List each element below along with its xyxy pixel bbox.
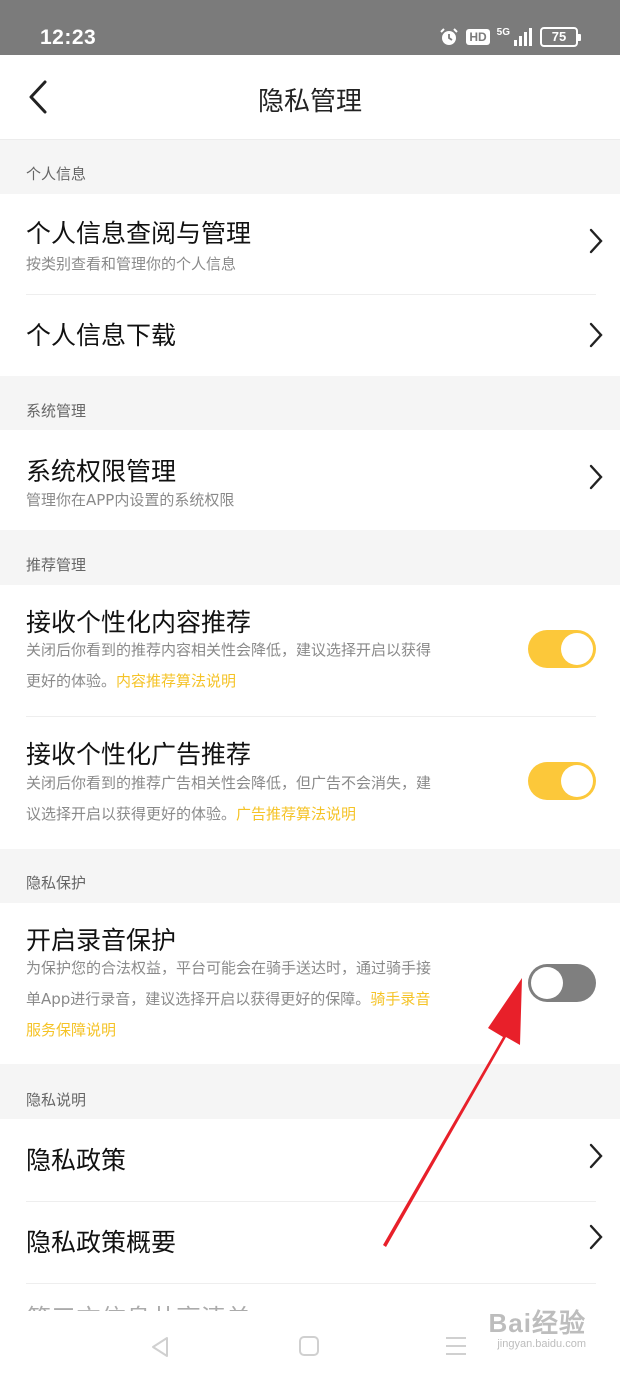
row-description: 关闭后你看到的推荐广告相关性会降低，但广告不会消失，建 议选择开启以获得更好的体… [26,768,486,830]
group-recommend: 接收个性化内容推荐 关闭后你看到的推荐内容相关性会降低，建议选择开启以获得 更好… [0,585,620,849]
row-description: 为保护您的合法权益，平台可能会在骑手送达时，通过骑手接 单App进行录音，建议选… [26,953,486,1046]
partially-visible-row[interactable]: 第三方信息共享清单 [26,1299,251,1311]
section-header-policy: 隐私说明 [26,1091,87,1109]
network-label: 5G [496,26,510,38]
row-title: 隐私政策概要 [26,1228,177,1257]
toggle-knob [531,967,563,999]
row-subtitle: 按类别查看和管理你的个人信息 [26,255,237,273]
alarm-icon [440,28,459,45]
content-recommend-toggle[interactable] [528,630,596,668]
row-title: 开启录音保护 [26,926,177,955]
chevron-right-icon [589,228,603,254]
group-system: 系统权限管理 管理你在APP内设置的系统权限 [0,430,620,530]
battery-level: 75 [551,29,567,44]
watermark-site: jingyan.baidu.com [497,1338,586,1350]
hd-badge: HD [466,29,490,45]
watermark-brand: Bai经验 [488,1308,586,1338]
desc-line: 更好的体验。 [26,672,117,690]
row-recording-protect: 开启录音保护 为保护您的合法权益，平台可能会在骑手送达时，通过骑手接 单App进… [0,903,620,1064]
recording-service-link[interactable]: 骑手录音 [370,990,430,1008]
group-policy: 隐私政策 隐私政策概要 [0,1119,620,1283]
section-header-recommend: 推荐管理 [26,556,87,574]
chevron-right-icon [589,464,603,490]
chevron-right-icon [589,322,603,348]
row-privacy-summary[interactable]: 隐私政策概要 [0,1201,620,1283]
content-algorithm-link[interactable]: 内容推荐算法说明 [116,672,236,690]
row-system-permissions[interactable]: 系统权限管理 管理你在APP内设置的系统权限 [0,430,620,530]
desc-line: 议选择开启以获得更好的体验。 [26,805,237,823]
desc-line: 单App进行录音，建议选择开启以获得更好的保障。 [26,990,371,1008]
row-subtitle: 管理你在APP内设置的系统权限 [26,491,235,509]
watermark: Bai经验 jingyan.baidu.com [489,1303,586,1350]
desc-line: 为保护您的合法权益，平台可能会在骑手送达时，通过骑手接 [26,959,432,977]
page-title: 隐私管理 [257,87,362,117]
nav-bar: 隐私管理 [0,55,620,140]
ad-recommend-toggle[interactable] [528,762,596,800]
signal-icon [514,28,532,46]
ad-algorithm-link[interactable]: 广告推荐算法说明 [236,805,356,823]
recording-service-link-cont[interactable]: 服务保障说明 [26,1021,116,1039]
battery-icon: 75 [540,27,581,47]
row-title: 个人信息查阅与管理 [26,219,252,248]
toggle-knob [561,633,593,665]
desc-line: 关闭后你看到的推荐广告相关性会降低，但广告不会消失，建 [26,774,432,792]
divider [26,1283,596,1284]
row-title: 隐私政策 [26,1146,127,1175]
row-personal-info-view[interactable]: 个人信息查阅与管理 按类别查看和管理你的个人信息 [0,194,620,294]
section-header-protect: 隐私保护 [26,874,87,892]
row-description: 关闭后你看到的推荐内容相关性会降低，建议选择开启以获得 更好的体验。内容推荐算法… [26,635,486,697]
bottom-area: 第三方信息共享清单 Bai经验 jingyan.baidu.com [0,1283,620,1386]
row-title: 系统权限管理 [26,457,177,486]
status-bar: 12:23 HD 5G 75 [0,0,620,55]
recording-protect-toggle[interactable] [528,964,596,1002]
status-icons: HD 5G 75 [439,25,581,49]
row-title: 接收个性化广告推荐 [26,740,252,769]
row-content-recommend: 接收个性化内容推荐 关闭后你看到的推荐内容相关性会降低，建议选择开启以获得 更好… [0,585,620,716]
row-ad-recommend: 接收个性化广告推荐 关闭后你看到的推荐广告相关性会降低，但广告不会消失，建 议选… [0,716,620,849]
row-title: 接收个性化内容推荐 [26,608,252,637]
group-protect: 开启录音保护 为保护您的合法权益，平台可能会在骑手送达时，通过骑手接 单App进… [0,903,620,1064]
status-time: 12:23 [40,26,97,49]
system-menu-icon[interactable] [444,1335,468,1357]
section-header-personal: 个人信息 [26,165,87,183]
chevron-right-icon [589,1224,603,1250]
toggle-knob [561,765,593,797]
row-personal-info-download[interactable]: 个人信息下载 [0,294,620,376]
row-privacy-policy[interactable]: 隐私政策 [0,1119,620,1201]
desc-line: 关闭后你看到的推荐内容相关性会降低，建议选择开启以获得 [26,641,432,659]
row-title: 个人信息下载 [26,321,177,350]
chevron-right-icon [589,1143,603,1169]
section-header-system: 系统管理 [26,402,87,420]
group-personal: 个人信息查阅与管理 按类别查看和管理你的个人信息 个人信息下载 [0,194,620,376]
system-back-icon[interactable] [148,1335,172,1359]
system-home-icon[interactable] [298,1335,320,1357]
